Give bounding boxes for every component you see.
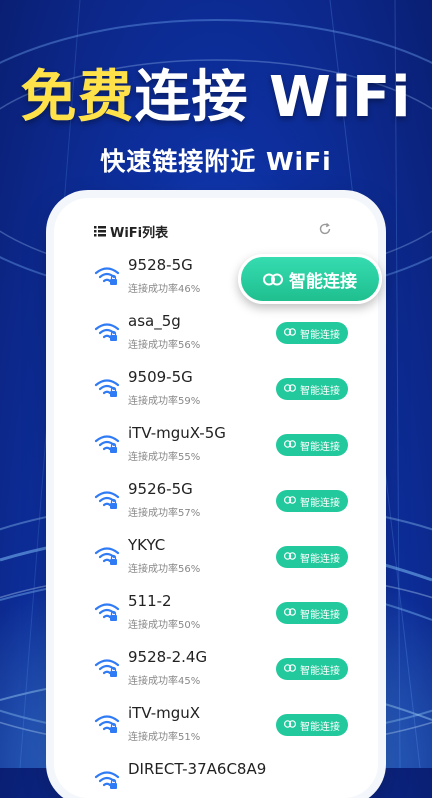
connect-success-rate: 连接成功率55% <box>128 452 201 463</box>
link-icon <box>284 327 297 339</box>
wifi-list-item[interactable]: asa_5g 连接成功率56% 智能连接 <box>94 312 348 368</box>
link-icon <box>284 663 297 675</box>
list-icon <box>94 226 106 237</box>
connect-success-rate: 连接成功率46% <box>128 284 201 295</box>
link-icon <box>284 719 297 731</box>
wifi-lock-icon <box>94 656 120 680</box>
wifi-lock-icon <box>94 320 120 344</box>
smart-connect-button[interactable]: 智能连接 <box>276 490 348 512</box>
subheadline: 快速链接附近 WiFi <box>100 147 332 176</box>
smart-connect-label: 智能连接 <box>300 665 340 677</box>
connect-success-rate: 连接成功率50% <box>128 620 201 631</box>
smart-connect-button[interactable]: 智能连接 <box>276 658 348 680</box>
link-icon <box>284 607 297 619</box>
wifi-lock-icon <box>94 264 120 288</box>
wifi-ssid: 9509-5G <box>128 368 193 386</box>
wifi-lock-icon <box>94 712 120 736</box>
wifi-ssid: asa_5g <box>128 312 181 330</box>
wifi-list-item[interactable]: 9509-5G 连接成功率59% 智能连接 <box>94 368 348 424</box>
link-icon <box>284 383 297 395</box>
smart-connect-label: 智能连接 <box>300 329 340 341</box>
smart-connect-button[interactable]: 智能连接 <box>276 322 348 344</box>
connect-success-rate: 连接成功率45% <box>128 676 201 687</box>
connect-success-rate: 连接成功率56% <box>128 564 201 575</box>
smart-connect-button[interactable]: 智能连接 <box>276 434 348 456</box>
wifi-lock-icon <box>94 488 120 512</box>
headline-highlight: 免费 <box>20 65 135 130</box>
wifi-list-item[interactable]: 511-2 连接成功率50% 智能连接 <box>94 592 348 648</box>
link-icon <box>263 273 283 285</box>
wifi-lock-icon <box>94 544 120 568</box>
smart-connect-button-highlight[interactable]: 智能连接 <box>238 254 382 304</box>
wifi-ssid: 9526-5G <box>128 480 193 498</box>
wifi-list-item[interactable]: DIRECT-37A6C8A9 <box>94 760 344 798</box>
connect-success-rate: 连接成功率59% <box>128 396 201 407</box>
smart-connect-label: 智能连接 <box>300 497 340 509</box>
smart-connect-button[interactable]: 智能连接 <box>276 546 348 568</box>
wifi-list-title: WiFi列表 <box>110 226 169 241</box>
wifi-list-header: WiFi列表 <box>94 222 168 241</box>
wifi-lock-icon <box>94 376 120 400</box>
smart-connect-label: 智能连接 <box>300 609 340 621</box>
wifi-ssid: YKYC <box>128 536 166 554</box>
headline: 免费连接 WiFi <box>0 52 432 133</box>
wifi-ssid: 9528-2.4G <box>128 648 208 666</box>
refresh-icon[interactable] <box>318 222 332 236</box>
connect-success-rate: 连接成功率56% <box>128 340 201 351</box>
link-icon <box>284 551 297 563</box>
wifi-ssid: 9528-5G <box>128 256 193 274</box>
wifi-lock-icon <box>94 600 120 624</box>
wifi-lock-icon <box>94 432 120 456</box>
wifi-ssid: iTV-mguX <box>128 704 201 722</box>
smart-connect-label: 智能连接 <box>300 441 340 453</box>
connect-success-rate: 连接成功率51% <box>128 732 201 743</box>
wifi-lock-icon <box>94 768 120 792</box>
wifi-list-item[interactable]: iTV-mguX 连接成功率51% 智能连接 <box>94 704 348 760</box>
smart-connect-button[interactable]: 智能连接 <box>276 378 348 400</box>
wifi-list-item[interactable]: 9528-2.4G 连接成功率45% 智能连接 <box>94 648 348 704</box>
wifi-ssid: DIRECT-37A6C8A9 <box>128 760 267 778</box>
smart-connect-button[interactable]: 智能连接 <box>276 602 348 624</box>
smart-connect-label: 智能连接 <box>300 721 340 733</box>
wifi-ssid: iTV-mguX-5G <box>128 424 226 442</box>
wifi-ssid: 511-2 <box>128 592 172 610</box>
connect-success-rate: 连接成功率57% <box>128 508 201 519</box>
smart-connect-label: 智能连接 <box>300 385 340 397</box>
headline-rest: 连接 WiFi <box>134 65 412 130</box>
smart-connect-label: 智能连接 <box>300 553 340 565</box>
smart-connect-button[interactable]: 智能连接 <box>276 714 348 736</box>
link-icon <box>284 439 297 451</box>
smart-connect-label: 智能连接 <box>289 271 357 292</box>
wifi-list-item[interactable]: iTV-mguX-5G 连接成功率55% 智能连接 <box>94 424 348 480</box>
phone-side-button <box>378 320 383 380</box>
wifi-list-item[interactable]: 9526-5G 连接成功率57% 智能连接 <box>94 480 348 536</box>
link-icon <box>284 495 297 507</box>
wifi-list-item[interactable]: YKYC 连接成功率56% 智能连接 <box>94 536 348 592</box>
